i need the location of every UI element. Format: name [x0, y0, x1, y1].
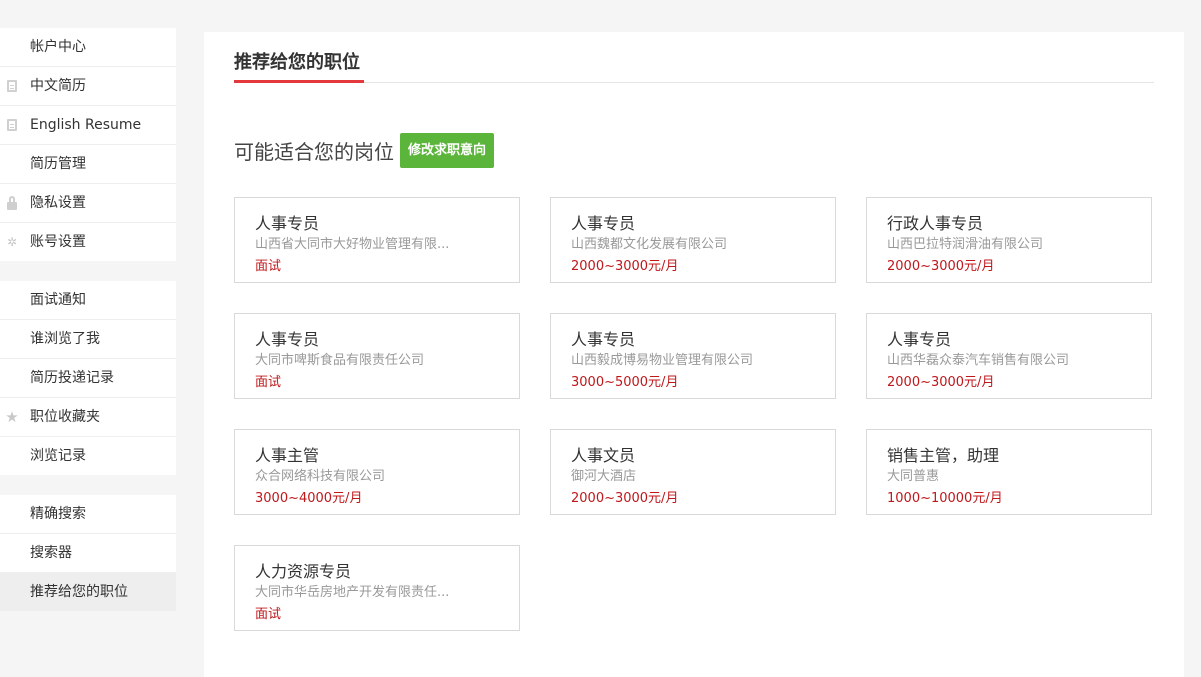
- job-salary: 2000~3000元/月: [887, 259, 995, 274]
- job-card[interactable]: 人事专员 山西魏都文化发展有限公司 2000~3000元/月: [550, 197, 836, 283]
- lock-icon: [5, 184, 19, 222]
- sidebar-item-resume-management[interactable]: 简历管理: [0, 145, 176, 184]
- job-company: 山西华磊众泰汽车销售有限公司: [887, 353, 1070, 368]
- sidebar-item-recommended-jobs[interactable]: 推荐给您的职位: [0, 573, 176, 611]
- job-title[interactable]: 人事专员: [255, 213, 499, 235]
- sidebar-group-account: 帐户中心 中文简历 English Resume 简历管理 隐私设置 ✲ 账号设…: [0, 28, 176, 261]
- sidebar-item-account-center[interactable]: 帐户中心: [0, 28, 176, 67]
- job-company: 山西魏都文化发展有限公司: [571, 237, 728, 252]
- sidebar-item-label: 简历投递记录: [30, 370, 114, 386]
- job-company: 大同市华岳房地产开发有限责任...: [255, 585, 450, 600]
- job-title[interactable]: 人事专员: [887, 329, 1131, 351]
- job-salary: 2000~3000元/月: [571, 491, 679, 506]
- gear-icon: ✲: [6, 235, 18, 249]
- job-company: 大同普惠: [887, 469, 940, 484]
- sidebar-item-who-viewed-me[interactable]: 谁浏览了我: [0, 320, 176, 359]
- job-card[interactable]: 人事专员 山西毅成博易物业管理有限公司 3000~5000元/月: [550, 313, 836, 399]
- star-icon: ★: [5, 408, 19, 426]
- job-company: 山西巴拉特润滑油有限公司: [887, 237, 1044, 252]
- sidebar-item-label: 职位收藏夹: [30, 409, 100, 425]
- sidebar-item-label: 浏览记录: [30, 448, 86, 464]
- job-title[interactable]: 人事专员: [571, 213, 815, 235]
- sidebar-item-label: 中文简历: [30, 78, 86, 94]
- sidebar-group-activity: 面试通知 谁浏览了我 简历投递记录 ★ 职位收藏夹 浏览记录: [0, 281, 176, 475]
- job-card[interactable]: 人事专员 山西省大同市大好物业管理有限... 面试: [234, 197, 520, 283]
- section-header: 可能适合您的岗位 修改求职意向: [234, 132, 495, 168]
- job-salary: 3000~5000元/月: [571, 375, 679, 390]
- job-card[interactable]: 人力资源专员 大同市华岳房地产开发有限责任... 面试: [234, 545, 520, 631]
- sidebar-item-search-agent[interactable]: 搜索器: [0, 534, 176, 573]
- sidebar-item-label: 隐私设置: [30, 195, 86, 211]
- job-salary: 2000~3000元/月: [887, 375, 995, 390]
- sidebar-item-label: 谁浏览了我: [30, 331, 100, 347]
- sidebar-item-interview-notices[interactable]: 面试通知: [0, 281, 176, 320]
- sidebar-item-label: 推荐给您的职位: [30, 584, 128, 600]
- section-title: 可能适合您的岗位: [234, 139, 394, 164]
- sidebar-item-english-resume[interactable]: English Resume: [0, 106, 176, 145]
- job-card[interactable]: 人事文员 御河大酒店 2000~3000元/月: [550, 429, 836, 515]
- job-title[interactable]: 人事专员: [571, 329, 815, 351]
- sidebar-item-label: English Resume: [30, 117, 142, 133]
- sidebar-item-label: 面试通知: [30, 292, 86, 308]
- job-salary: 2000~3000元/月: [571, 259, 679, 274]
- sidebar-item-label: 账号设置: [30, 234, 86, 250]
- sidebar-item-account-settings[interactable]: ✲ 账号设置: [0, 223, 176, 261]
- document-icon: [5, 67, 19, 105]
- job-salary: 面试: [255, 607, 282, 622]
- job-title[interactable]: 人事专员: [255, 329, 499, 351]
- page-title: 推荐给您的职位: [234, 48, 364, 83]
- job-salary: 面试: [255, 375, 282, 390]
- sidebar-item-privacy-settings[interactable]: 隐私设置: [0, 184, 176, 223]
- job-card[interactable]: 人事主管 众合网络科技有限公司 3000~4000元/月: [234, 429, 520, 515]
- job-card[interactable]: 行政人事专员 山西巴拉特润滑油有限公司 2000~3000元/月: [866, 197, 1152, 283]
- job-company: 众合网络科技有限公司: [255, 469, 386, 484]
- job-title[interactable]: 人事文员: [571, 445, 815, 467]
- sidebar-item-label: 帐户中心: [30, 39, 86, 55]
- sidebar-item-application-history[interactable]: 简历投递记录: [0, 359, 176, 398]
- sidebar-item-label: 简历管理: [30, 156, 86, 172]
- job-salary: 面试: [255, 259, 282, 274]
- sidebar-group-search: 精确搜索 搜索器 推荐给您的职位: [0, 495, 176, 611]
- sidebar: 帐户中心 中文简历 English Resume 简历管理 隐私设置 ✲ 账号设…: [0, 28, 176, 631]
- job-title[interactable]: 销售主管，助理: [887, 445, 1131, 467]
- sidebar-item-precise-search[interactable]: 精确搜索: [0, 495, 176, 534]
- job-company: 大同市啤斯食品有限责任公司: [255, 353, 425, 368]
- main-panel: 推荐给您的职位 可能适合您的岗位 修改求职意向 人事专员 山西省大同市大好物业管…: [204, 32, 1184, 677]
- job-card[interactable]: 销售主管，助理 大同普惠 1000~10000元/月: [866, 429, 1152, 515]
- sidebar-item-browse-history[interactable]: 浏览记录: [0, 437, 176, 475]
- job-card[interactable]: 人事专员 大同市啤斯食品有限责任公司 面试: [234, 313, 520, 399]
- main-header: 推荐给您的职位: [234, 32, 1154, 83]
- job-company: 御河大酒店: [571, 469, 637, 484]
- sidebar-item-chinese-resume[interactable]: 中文简历: [0, 67, 176, 106]
- job-salary: 1000~10000元/月: [887, 491, 1003, 506]
- job-title[interactable]: 人力资源专员: [255, 561, 499, 583]
- job-title[interactable]: 人事主管: [255, 445, 499, 467]
- job-title[interactable]: 行政人事专员: [887, 213, 1131, 235]
- sidebar-item-job-favorites[interactable]: ★ 职位收藏夹: [0, 398, 176, 437]
- sidebar-item-label: 搜索器: [30, 545, 72, 561]
- job-salary: 3000~4000元/月: [255, 491, 363, 506]
- edit-job-intention-button[interactable]: 修改求职意向: [400, 132, 495, 168]
- document-icon: [5, 106, 19, 144]
- job-card[interactable]: 人事专员 山西华磊众泰汽车销售有限公司 2000~3000元/月: [866, 313, 1152, 399]
- job-company: 山西毅成博易物业管理有限公司: [571, 353, 754, 368]
- sidebar-item-label: 精确搜索: [30, 506, 86, 522]
- job-company: 山西省大同市大好物业管理有限...: [255, 237, 450, 252]
